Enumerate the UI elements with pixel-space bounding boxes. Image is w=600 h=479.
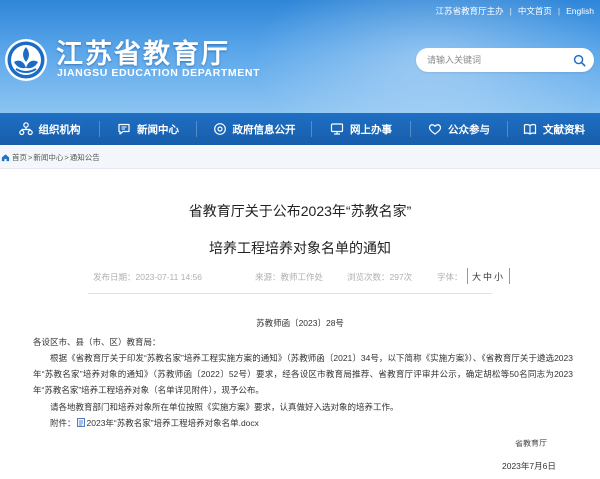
nav-item-public-participation[interactable]: 公众参与 — [411, 113, 507, 145]
org-chart-icon — [18, 122, 33, 136]
breadcrumb-separator: > — [28, 152, 33, 162]
font-size-switcher: 大 中 小 — [467, 268, 511, 284]
breadcrumb: 首页 > 新闻中心 > 通知公告 — [0, 146, 600, 169]
attachment-line: 附件： 2023年“苏教名家”培养工程培养对象名单.docx — [33, 415, 573, 431]
article-title-line2: 培养工程培养对象名单的通知 — [209, 240, 391, 256]
addressee: 各设区市、县（市、区）教育局： — [33, 337, 161, 347]
nav-item-gov-info[interactable]: 政府信息公开 — [197, 113, 311, 145]
font-size-small-button[interactable]: 小 — [494, 270, 505, 283]
publish-date: 发布日期：2023-07-11 14:56 — [93, 272, 202, 282]
signature: 省教育厅 — [514, 438, 548, 449]
article-source: 来源：教师工作处 — [255, 272, 324, 282]
heart-icon — [428, 124, 442, 135]
nav-item-news[interactable]: 新闻中心 — [100, 113, 196, 145]
site-header: 江苏省教育厅主办 | 中文首页 | English 江苏省教育厅 JIANGSU… — [0, 0, 600, 113]
top-link-separator: | — [509, 6, 512, 16]
search-box — [416, 48, 594, 72]
chat-bubble-icon — [118, 123, 130, 135]
attachment-file-link[interactable]: 2023年“苏教名家”培养工程培养对象名单.docx — [87, 418, 259, 428]
monitor-icon — [330, 123, 344, 135]
document-number: 苏教师函〔2023〕28号 — [256, 318, 344, 328]
home-icon — [1, 153, 10, 161]
sign-date: 2023年7月6日 — [502, 461, 556, 471]
article-title-line1: 省教育厅关于公布2023年“苏教名家” — [188, 203, 412, 219]
main-paragraph: 根据《省教育厅关于印发“苏教名家”培养工程实施方案的通知》（苏教师函〔2021〕… — [33, 353, 573, 395]
education-emblem-icon[interactable] — [4, 38, 48, 82]
sponsor-text: 江苏省教育厅主办 — [435, 6, 504, 16]
site-title: 江苏省教育厅 — [56, 39, 230, 69]
search-input[interactable] — [427, 55, 573, 65]
nav-label: 公众参与 — [448, 123, 490, 136]
nav-label: 文献资料 — [543, 123, 585, 136]
main-nav: 组织机构 新闻中心 政府信息公开 网上办事 公众参与 文献资料 — [0, 113, 600, 145]
nav-item-organization[interactable]: 组织机构 — [0, 113, 99, 145]
nav-item-online-services[interactable]: 网上办事 — [312, 113, 410, 145]
top-link-separator: | — [557, 6, 561, 16]
breadcrumb-separator: > — [64, 152, 69, 162]
nav-label: 政府信息公开 — [232, 123, 296, 136]
font-size-large-button[interactable]: 大 — [472, 270, 483, 283]
font-size-label: 字体： — [437, 272, 463, 282]
top-links: 江苏省教育厅主办 | 中文首页 | English — [436, 5, 594, 17]
breadcrumb-notices[interactable]: 通知公告 — [70, 152, 100, 163]
chinese-home-link[interactable]: 中文首页 — [518, 5, 552, 17]
book-icon — [523, 123, 537, 135]
site-title-english: JIANGSU EDUCATION DEPARTMENT — [57, 67, 261, 79]
english-link[interactable]: English — [566, 6, 594, 16]
attachment-label: 附件： — [50, 418, 76, 428]
article-meta: 发布日期：2023-07-11 14:56 来源：教师工作处 浏览次数：297次… — [0, 268, 600, 285]
nav-label: 新闻中心 — [137, 123, 179, 136]
word-document-icon — [76, 418, 85, 427]
nav-item-documents[interactable]: 文献资料 — [508, 113, 600, 145]
search-icon[interactable] — [573, 54, 586, 67]
nav-label: 网上办事 — [350, 123, 392, 136]
requirement-paragraph: 请各地教育部门和培养对象所在单位按照《实施方案》要求，认真做好入选对象的培养工作… — [50, 402, 399, 412]
breadcrumb-news[interactable]: 新闻中心 — [33, 152, 63, 163]
breadcrumb-home[interactable]: 首页 — [12, 152, 27, 163]
view-count: 浏览次数：297次 — [347, 272, 413, 282]
nav-label: 组织机构 — [38, 123, 81, 136]
font-size-medium-button[interactable]: 中 — [483, 270, 494, 283]
meta-divider — [88, 293, 492, 294]
info-gear-icon — [213, 123, 226, 135]
